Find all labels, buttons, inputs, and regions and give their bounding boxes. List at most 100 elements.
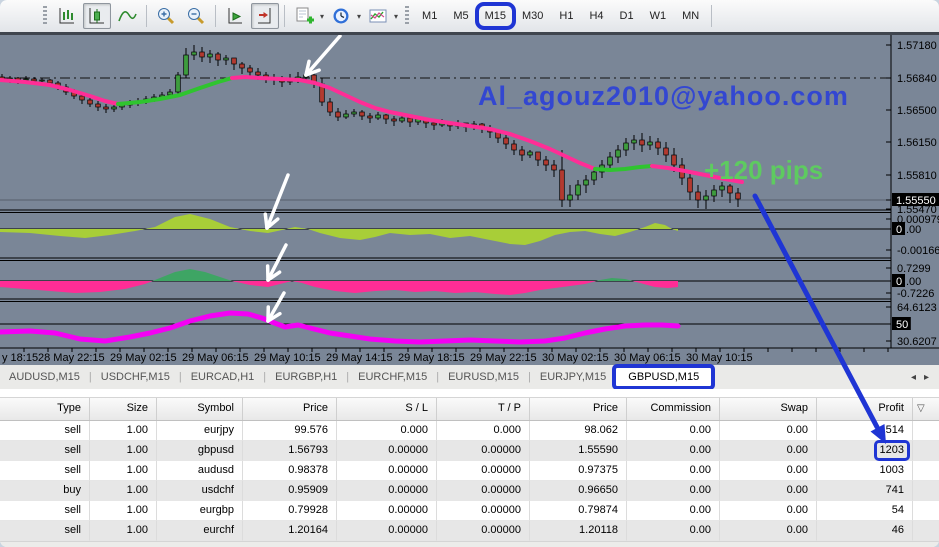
cell-profit: 741 bbox=[817, 481, 913, 501]
candle-bearish bbox=[391, 118, 397, 122]
periods-dropdown-caret[interactable]: ▾ bbox=[357, 12, 361, 21]
axis-label: 30.6207 bbox=[897, 336, 937, 348]
candle-bullish bbox=[39, 79, 45, 82]
cell-size: 1.00 bbox=[90, 521, 157, 541]
timeframe-button-d1[interactable]: D1 bbox=[613, 5, 641, 27]
trade-row-eurgbp[interactable]: sell 1.00 eurgbp 0.79928 0.00000 0.00000 0.798… bbox=[0, 501, 939, 521]
column-header-price[interactable]: Price bbox=[530, 398, 627, 420]
timeframe-button-h1[interactable]: H1 bbox=[552, 5, 580, 27]
trade-row-eurchf[interactable]: sell 1.00 eurchf 1.20164 0.00000 0.00000 1.201… bbox=[0, 521, 939, 541]
table-bottom-strip bbox=[0, 541, 939, 547]
timeframe-button-w1[interactable]: W1 bbox=[643, 5, 674, 27]
timeframe-button-m1[interactable]: M1 bbox=[415, 5, 444, 27]
axis-label: 0.7299 bbox=[897, 263, 931, 275]
cell-commission: 0.00 bbox=[627, 501, 720, 521]
column-header-size[interactable]: Size bbox=[90, 398, 157, 420]
cell-sl: 0.00000 bbox=[337, 521, 437, 541]
new-chart-dropdown-caret[interactable]: ▾ bbox=[320, 12, 324, 21]
candle-bearish bbox=[359, 111, 365, 117]
column-header-commission[interactable]: Commission bbox=[627, 398, 720, 420]
cell-tp: 0.00000 bbox=[437, 461, 530, 481]
chart-shift-button[interactable] bbox=[251, 3, 279, 29]
column-header-symbol[interactable]: Symbol bbox=[157, 398, 243, 420]
candle-bearish bbox=[103, 106, 109, 110]
column-header-sl[interactable]: S / L bbox=[337, 398, 437, 420]
auto-scroll-button[interactable] bbox=[221, 3, 249, 29]
chart-tab-eurchf-m15[interactable]: EURCHF,M15 bbox=[349, 367, 436, 387]
column-header-tp[interactable]: T / P bbox=[437, 398, 530, 420]
chart-tab-usdchf-m15[interactable]: USDCHF,M15 bbox=[92, 367, 179, 387]
time-label: 30 May 10:15 bbox=[686, 352, 753, 364]
candle-bullish bbox=[631, 139, 637, 144]
time-label: 29 May 02:15 bbox=[110, 352, 177, 364]
periods-button[interactable] bbox=[327, 3, 355, 29]
candle-bullish bbox=[647, 141, 653, 146]
chart-tab-bar: AUDUSD,M15 | USDCHF,M15 | EURCAD,H1 | EURGBP,H… bbox=[0, 364, 939, 390]
chart-area[interactable]: 1.57180 1.56840 1.56500 1.56150 1.55810 1.555… bbox=[0, 32, 939, 365]
trade-row-audusd[interactable]: sell 1.00 audusd 0.98378 0.00000 0.00000 0.973… bbox=[0, 461, 939, 481]
candlestick-icon bbox=[89, 8, 104, 24]
column-header-swap[interactable]: Swap bbox=[720, 398, 817, 420]
chart-tab-eurcad-h1[interactable]: EURCAD,H1 bbox=[182, 367, 264, 387]
column-header-price[interactable]: Price bbox=[243, 398, 337, 420]
zoom-out-icon bbox=[188, 8, 205, 25]
chart-tab-eurgbp-h1[interactable]: EURGBP,H1 bbox=[266, 367, 346, 387]
trade-table-header: Type Size Symbol Price S / LT / P Price Commis… bbox=[0, 397, 939, 421]
candlestick-chart-button[interactable] bbox=[83, 3, 111, 29]
candle-bearish bbox=[199, 51, 205, 58]
candle-bearish bbox=[687, 177, 693, 193]
timeframe-button-h4[interactable]: H4 bbox=[582, 5, 610, 27]
line-chart-button[interactable] bbox=[113, 3, 141, 29]
cell-type: sell bbox=[0, 501, 90, 521]
cell-price: 0.96650 bbox=[530, 481, 627, 501]
template-button[interactable] bbox=[364, 3, 392, 29]
timeframe-button-m15[interactable]: M15 bbox=[474, 2, 517, 30]
template-dropdown-caret[interactable]: ▾ bbox=[394, 12, 398, 21]
chart-tab-eurjpy-m15[interactable]: EURJPY,M15 bbox=[531, 367, 615, 387]
sort-indicator-icon[interactable]: ▽ bbox=[913, 398, 939, 420]
cell-sl: 0.00000 bbox=[337, 501, 437, 521]
bar-chart-button[interactable] bbox=[53, 3, 81, 29]
chart-tab-gbpusd-m15[interactable]: GBPUSD,M15 bbox=[612, 364, 716, 390]
trade-row-usdchf[interactable]: buy 1.00 usdchf 0.95909 0.00000 0.00000 0.9665… bbox=[0, 481, 939, 501]
cell-price: 1.20118 bbox=[530, 521, 627, 541]
tab-scroll-right-icon[interactable]: ▸ bbox=[924, 372, 929, 383]
candle-bearish bbox=[503, 137, 509, 145]
auto-scroll-icon bbox=[228, 8, 242, 24]
tab-scrollers: ◂ ▸ bbox=[911, 372, 929, 383]
trade-row-gbpusd[interactable]: sell 1.00 gbpusd 1.56793 0.00000 0.00000 1.555… bbox=[0, 440, 939, 461]
toolbar-grip[interactable] bbox=[43, 6, 47, 26]
cell-price: 0.79928 bbox=[243, 501, 337, 521]
bar-chart-icon bbox=[59, 8, 74, 24]
cell-price: 0.98378 bbox=[243, 461, 337, 481]
new-chart-button[interactable] bbox=[290, 3, 318, 29]
time-label: 29 May 10:15 bbox=[254, 352, 321, 364]
tab-scroll-left-icon[interactable]: ◂ bbox=[911, 372, 916, 383]
zoom-in-button[interactable] bbox=[152, 3, 180, 29]
zoom-out-button[interactable] bbox=[182, 3, 210, 29]
candle-bearish bbox=[31, 78, 37, 82]
toolbar-separator bbox=[284, 5, 285, 27]
trade-row-eurjpy[interactable]: sell 1.00 eurjpy 99.576 0.000 0.000 98.062 0.00… bbox=[0, 421, 939, 441]
timeframe-button-m30[interactable]: M30 bbox=[515, 5, 550, 27]
candle-bullish bbox=[583, 179, 589, 186]
timeframe-button-mn[interactable]: MN bbox=[675, 5, 706, 27]
column-header-type[interactable]: Type bbox=[0, 398, 90, 420]
cell-spacer bbox=[913, 441, 939, 461]
candle-bearish bbox=[95, 103, 101, 108]
cell-spacer bbox=[913, 461, 939, 481]
candle-bearish bbox=[239, 63, 245, 69]
axis-label: .00 bbox=[906, 276, 921, 288]
chart-tab-eurusd-m15[interactable]: EURUSD,M15 bbox=[439, 367, 528, 387]
timeframe-group: M1 M5 M15 M30 H1 H4 D1 W1 MN bbox=[414, 2, 707, 30]
candle-bullish bbox=[615, 149, 621, 158]
toolbar-separator bbox=[146, 5, 147, 27]
cell-price: 0.95909 bbox=[243, 481, 337, 501]
chart-tab-audusd-m15[interactable]: AUDUSD,M15 bbox=[0, 367, 89, 387]
timeframe-toolbar-grip[interactable] bbox=[405, 6, 410, 26]
timeframe-button-m5[interactable]: M5 bbox=[446, 5, 475, 27]
candle-bullish bbox=[711, 189, 717, 197]
column-header-profit[interactable]: Profit bbox=[817, 398, 913, 420]
toolbar-left-spacer bbox=[0, 16, 38, 17]
candle-bearish bbox=[247, 67, 253, 73]
